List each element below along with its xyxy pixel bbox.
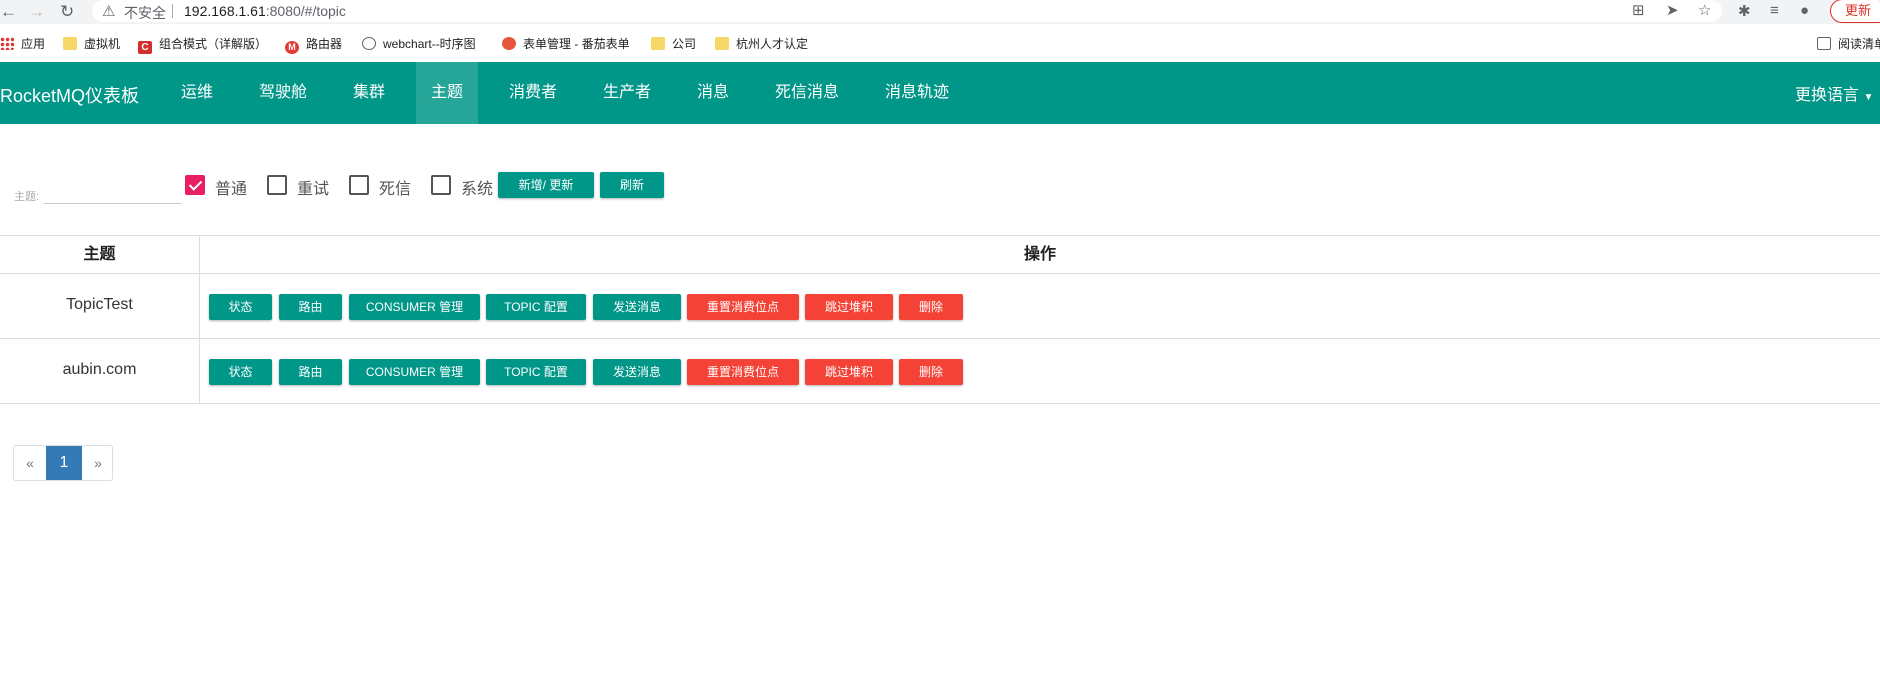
table-row: TopicTest 状态 路由 CONSUMER 管理 TOPIC 配置 发送消… <box>0 274 1880 339</box>
extensions-icon[interactable]: ✱ <box>1738 2 1751 20</box>
star-icon[interactable]: ☆ <box>1698 1 1711 19</box>
nav-ops[interactable]: 运维 <box>166 62 228 124</box>
divider <box>172 4 173 18</box>
column-divider <box>199 274 200 338</box>
warning-icon[interactable]: ⚠ <box>102 2 115 20</box>
delete-button[interactable]: 删除 <box>899 359 963 385</box>
checkbox-system[interactable] <box>431 175 451 195</box>
nav-dashboard[interactable]: 驾驶舱 <box>244 62 322 124</box>
send-icon[interactable]: ➤ <box>1666 1 1679 19</box>
skip-backlog-button[interactable]: 跳过堆积 <box>805 359 893 385</box>
consumer-manage-button[interactable]: CONSUMER 管理 <box>349 359 480 385</box>
delete-button[interactable]: 删除 <box>899 294 963 320</box>
nav-dlq-message[interactable]: 死信消息 <box>760 62 854 124</box>
table-header: 主题 操作 <box>0 235 1880 274</box>
refresh-button[interactable]: 刷新 <box>600 172 664 198</box>
insecure-label[interactable]: 不安全 <box>124 3 166 23</box>
forward-icon[interactable]: → <box>28 2 45 22</box>
topic-config-button[interactable]: TOPIC 配置 <box>486 294 586 320</box>
nav-producer[interactable]: 生产者 <box>588 62 666 124</box>
bookmark-vm[interactable]: 虚拟机 <box>63 35 120 52</box>
app-navbar: RocketMQ仪表板 运维 驾驶舱 集群 主题 消费者 生产者 消息 死信消息… <box>0 62 1880 124</box>
send-message-button[interactable]: 发送消息 <box>593 294 681 320</box>
send-message-button[interactable]: 发送消息 <box>593 359 681 385</box>
consumer-manage-button[interactable]: CONSUMER 管理 <box>349 294 480 320</box>
browser-toolbar: ← → ↻ ⚠ 不安全 192.168.1.61:8080/#/topic ⊞ … <box>0 0 1880 24</box>
topic-name: TopicTest <box>66 296 133 313</box>
route-button[interactable]: 路由 <box>279 294 342 320</box>
c-site-icon: C <box>138 41 152 54</box>
nav-cluster[interactable]: 集群 <box>338 62 400 124</box>
reset-offset-button[interactable]: 重置消费位点 <box>687 294 799 320</box>
url-text[interactable]: 192.168.1.61:8080/#/topic <box>184 3 346 19</box>
globe-icon <box>362 37 376 50</box>
language-dropdown[interactable]: 更换语言 ▼ <box>1795 81 1873 105</box>
status-button[interactable]: 状态 <box>209 359 272 385</box>
checkbox-normal-label[interactable]: 普通 <box>215 175 247 199</box>
nav-topic[interactable]: 主题 <box>416 62 479 124</box>
page-next[interactable]: » <box>82 446 114 480</box>
topic-name: aubin.com <box>62 361 137 378</box>
bookmark-company[interactable]: 公司 <box>651 35 696 52</box>
folder-icon <box>715 37 729 50</box>
checkbox-retry-label[interactable]: 重试 <box>297 175 329 199</box>
topic-config-button[interactable]: TOPIC 配置 <box>486 359 586 385</box>
reset-offset-button[interactable]: 重置消费位点 <box>687 359 799 385</box>
profile-icon[interactable]: ● <box>1800 2 1809 19</box>
m-site-icon: M <box>285 41 299 54</box>
bookmarks-bar: 应用 虚拟机 C 组合模式（详解版） M 路由器 webchart--时序图 表单管… <box>0 28 1880 58</box>
folder-icon <box>651 37 665 50</box>
checkbox-dlq-label[interactable]: 死信 <box>379 175 411 199</box>
page-current[interactable]: 1 <box>46 446 82 480</box>
media-icon[interactable]: ≡ <box>1770 2 1779 19</box>
nav-consumer[interactable]: 消费者 <box>494 62 572 124</box>
bookmark-apps[interactable]: 应用 <box>0 35 45 52</box>
table-row: aubin.com 状态 路由 CONSUMER 管理 TOPIC 配置 发送消… <box>0 339 1880 404</box>
page-prev[interactable]: « <box>14 446 46 480</box>
skip-backlog-button[interactable]: 跳过堆积 <box>805 294 893 320</box>
route-button[interactable]: 路由 <box>279 359 342 385</box>
bookmark-talent[interactable]: 杭州人才认定 <box>715 35 808 52</box>
nav-message-trace[interactable]: 消息轨迹 <box>870 62 964 124</box>
status-button[interactable]: 状态 <box>209 294 272 320</box>
pagination: « 1 » <box>13 445 113 481</box>
back-icon[interactable]: ← <box>0 2 17 22</box>
checkbox-system-label[interactable]: 系统 <box>461 175 493 199</box>
checkbox-retry[interactable] <box>267 175 287 195</box>
header-topic: 主题 <box>83 246 116 263</box>
bookmark-form[interactable]: 表单管理 - 番茄表单 <box>502 35 630 52</box>
add-update-button[interactable]: 新增/ 更新 <box>498 172 594 198</box>
topic-filter-label: 主题: <box>14 191 40 203</box>
update-button[interactable]: 更新 <box>1830 0 1880 23</box>
translate-icon[interactable]: ⊞ <box>1632 1 1645 19</box>
checkbox-normal[interactable] <box>185 175 205 195</box>
reload-icon[interactable]: ↻ <box>60 2 74 22</box>
reading-list-icon <box>1817 37 1831 50</box>
bookmark-webchart[interactable]: webchart--时序图 <box>362 35 476 52</box>
checkbox-dlq[interactable] <box>349 175 369 195</box>
nav-message[interactable]: 消息 <box>682 62 744 124</box>
tomato-icon <box>502 37 516 50</box>
apps-icon <box>0 37 14 50</box>
bookmark-reading-list[interactable]: 阅读清单 <box>1817 35 1880 52</box>
address-bar[interactable]: ⚠ 不安全 192.168.1.61:8080/#/topic ⊞ ➤ ☆ <box>92 0 1722 22</box>
caret-down-icon: ▼ <box>1863 92 1874 103</box>
bookmark-router[interactable]: M 路由器 <box>285 35 342 54</box>
column-divider <box>199 339 200 403</box>
folder-icon <box>63 37 77 50</box>
topic-filter-input[interactable] <box>44 180 182 204</box>
brand-title[interactable]: RocketMQ仪表板 <box>0 82 139 108</box>
bookmark-composite[interactable]: C 组合模式（详解版） <box>138 35 267 54</box>
header-actions: 操作 <box>1023 246 1056 263</box>
